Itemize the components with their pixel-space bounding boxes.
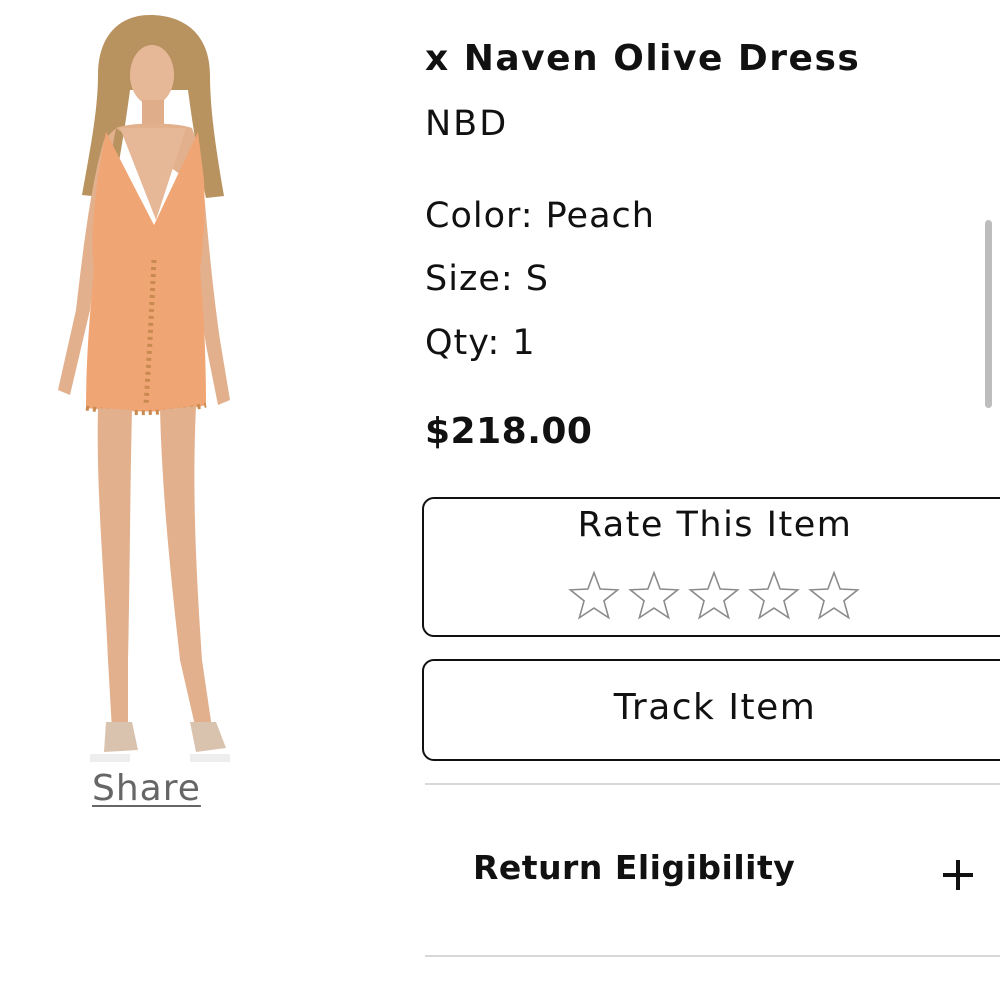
size-line: Size: S bbox=[425, 259, 549, 299]
product-image[interactable] bbox=[20, 10, 260, 765]
return-eligibility-label: Return Eligibility bbox=[473, 848, 796, 887]
qty-line: Qty: 1 bbox=[425, 323, 536, 363]
model-in-dress-photo bbox=[58, 15, 230, 762]
track-item-label: Track Item bbox=[613, 687, 817, 728]
price: $218.00 bbox=[425, 411, 593, 452]
scrollbar[interactable] bbox=[985, 220, 992, 408]
share-link[interactable]: Share bbox=[92, 768, 201, 809]
star-outline-icon[interactable] bbox=[688, 570, 740, 622]
divider bbox=[425, 783, 1000, 785]
color-line: Color: Peach bbox=[425, 196, 655, 236]
star-outline-icon[interactable] bbox=[808, 570, 860, 622]
return-eligibility-row[interactable]: Return Eligibility bbox=[425, 830, 1000, 910]
star-outline-icon[interactable] bbox=[568, 570, 620, 622]
brand-name: NBD bbox=[425, 104, 509, 144]
product-details: x Naven Olive Dress NBD Color: Peach Siz… bbox=[422, 0, 1000, 1000]
star-outline-icon[interactable] bbox=[628, 570, 680, 622]
star-rating bbox=[568, 570, 860, 622]
product-title: x Naven Olive Dress bbox=[425, 38, 861, 79]
star-outline-icon[interactable] bbox=[748, 570, 800, 622]
plus-icon[interactable] bbox=[943, 860, 973, 890]
rate-item-title: Rate This Item bbox=[577, 505, 853, 545]
divider bbox=[425, 955, 1000, 957]
